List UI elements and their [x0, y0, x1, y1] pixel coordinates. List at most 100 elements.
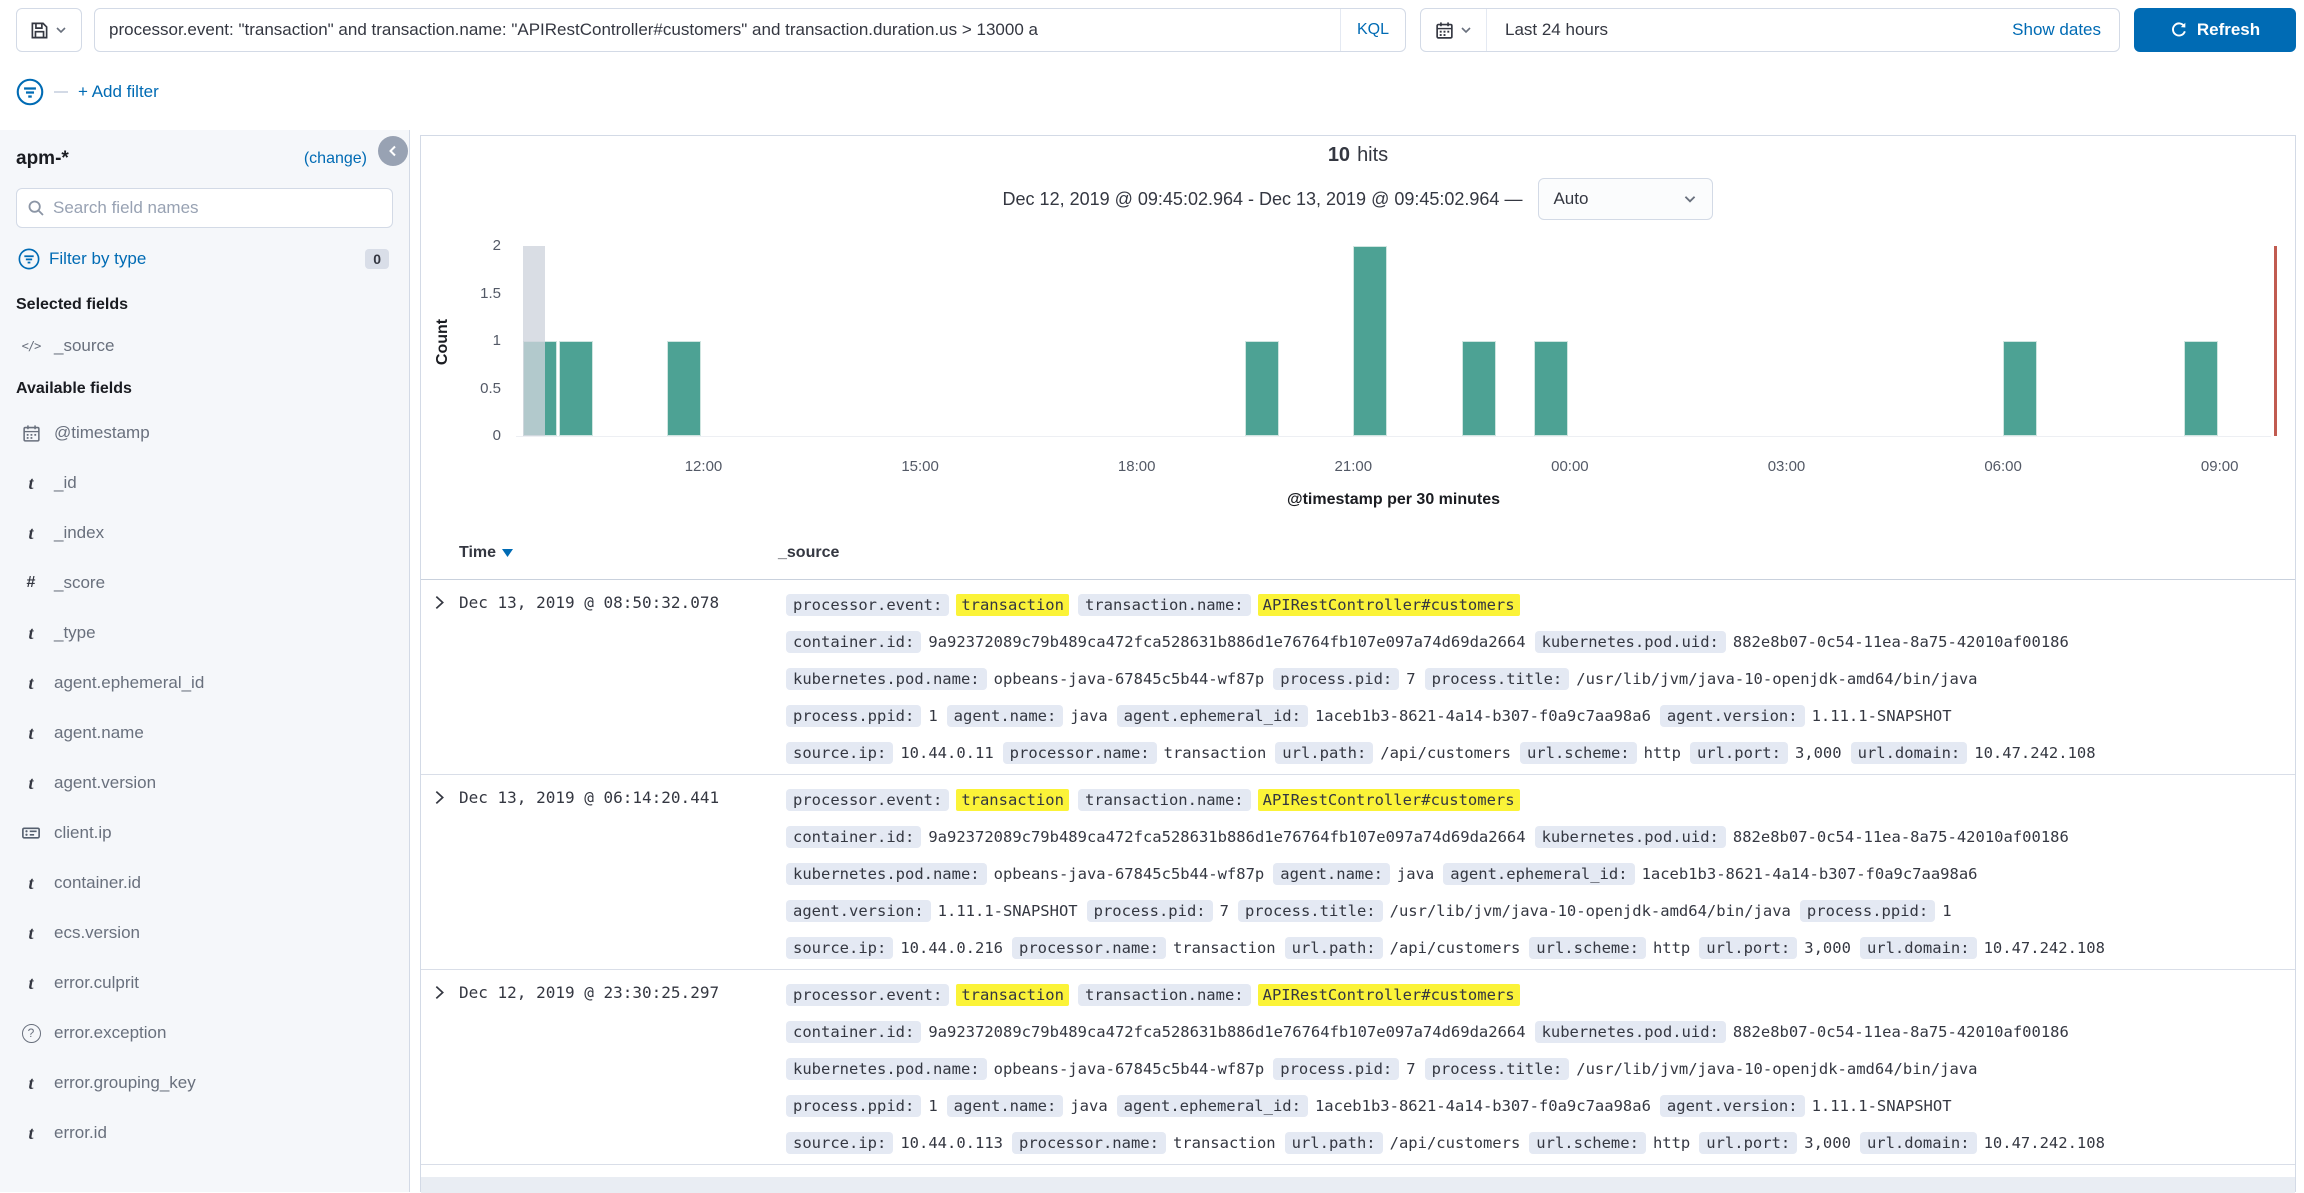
time-range-value[interactable]: Last 24 hours [1487, 20, 2012, 40]
change-index-pattern-link[interactable]: (change) [304, 150, 367, 168]
field-value: /api/customers [1380, 744, 1511, 762]
field-key: url.port: [1699, 937, 1797, 959]
field-item--source[interactable]: </>_source [16, 324, 393, 368]
field-value-pair: agent.version:1.11.1-SNAPSHOT [1660, 705, 1952, 727]
histogram-bar[interactable] [1353, 246, 1387, 436]
expand-row-button[interactable] [431, 789, 448, 806]
field-value-pair: agent.name:java [947, 705, 1108, 727]
field-key: kubernetes.pod.uid: [1535, 826, 1726, 848]
field-value: 10.47.242.108 [1974, 744, 2095, 762]
field-label: error.culprit [54, 973, 139, 993]
interval-select[interactable]: Auto [1538, 178, 1713, 220]
y-tick-label: 0.5 [441, 380, 501, 397]
selected-fields-heading: Selected fields [16, 296, 393, 314]
field-label: error.grouping_key [54, 1073, 196, 1093]
filter-by-type-button[interactable]: Filter by type [49, 249, 356, 269]
x-tick-label: 06:00 [1958, 458, 2048, 475]
time-column-header[interactable]: Time [459, 544, 513, 562]
search-field-names-input[interactable] [53, 198, 382, 218]
source-line: processor.event: transaction transaction.n… [786, 586, 2283, 623]
query-input[interactable]: processor.event: "transaction" and trans… [95, 20, 1340, 40]
save-icon [30, 21, 49, 40]
query-language-button[interactable]: KQL [1340, 9, 1405, 51]
field-value-pair: source.ip:10.44.0.113 [786, 1132, 1003, 1154]
partial-bucket-bar [523, 246, 545, 436]
histogram-bar[interactable] [1534, 341, 1568, 436]
histogram-bar[interactable] [1462, 341, 1496, 436]
field-value-pair: url.domain:10.47.242.108 [1851, 742, 2096, 764]
field-item--index[interactable]: t_index [16, 508, 393, 558]
hits-label: hits [1357, 144, 1388, 167]
field-item-agent-ephemeral-id[interactable]: tagent.ephemeral_id [16, 658, 393, 708]
field-key: kubernetes.pod.name: [786, 668, 987, 690]
field-key: kubernetes.pod.uid: [1535, 1021, 1726, 1043]
field-value: 7 [1406, 670, 1415, 688]
saved-query-button[interactable] [16, 8, 82, 52]
field-item-agent-name[interactable]: tagent.name [16, 708, 393, 758]
field-key: kubernetes.pod.name: [786, 863, 987, 885]
highlighted-field-value: transaction [956, 594, 1069, 616]
field-item--type[interactable]: t_type [16, 608, 393, 658]
histogram-bar[interactable] [559, 341, 593, 436]
histogram-bar[interactable] [667, 341, 701, 436]
field-key: processor.event: [786, 594, 949, 616]
field-key: transaction.name: [1078, 789, 1251, 811]
y-tick-label: 0 [441, 427, 501, 444]
field-value: java [1070, 1097, 1107, 1115]
histogram-bar[interactable] [2003, 341, 2037, 436]
source-line: kubernetes.pod.name:opbeans-java-67845c5… [786, 660, 2283, 697]
collapse-sidebar-button[interactable] [378, 136, 408, 166]
field-item-error-exception[interactable]: ?error.exception [16, 1008, 393, 1058]
expand-row-button[interactable] [431, 984, 448, 1001]
field-key: agent.name: [947, 1095, 1064, 1117]
field-value: 882e8b07-0c54-11ea-8a75-42010af00186 [1733, 828, 2069, 846]
field-value: /api/customers [1390, 1134, 1521, 1152]
refresh-button[interactable]: Refresh [2134, 8, 2296, 52]
field-key: url.domain: [1860, 1132, 1977, 1154]
text-field-icon: t [20, 623, 42, 644]
x-axis-line [516, 436, 2271, 437]
field-value-pair: url.path:/api/customers [1285, 937, 1521, 959]
source-line: container.id:9a92372089c79b489ca472fca52… [786, 818, 2283, 855]
field-value-pair: process.title:/usr/lib/jvm/java-10-openj… [1425, 1058, 1978, 1080]
field-item-agent-version[interactable]: tagent.version [16, 758, 393, 808]
field-item-error-culprit[interactable]: terror.culprit [16, 958, 393, 1008]
filter-icon[interactable] [16, 78, 44, 106]
available-fields-list: @timestampt_idt_index#_scoret_typetagent… [16, 408, 393, 1158]
show-dates-button[interactable]: Show dates [2012, 20, 2119, 40]
number-field-icon: # [20, 574, 42, 592]
chevron-down-icon [1682, 191, 1698, 207]
field-value-pair: processor.event:transaction [786, 984, 1069, 1006]
field-item-error-id[interactable]: terror.id [16, 1108, 393, 1158]
field-value: /usr/lib/jvm/java-10-openjdk-amd64/bin/j… [1576, 670, 1977, 688]
filter-divider [54, 91, 68, 93]
field-item-error-grouping-key[interactable]: t error.grouping_key [16, 1058, 393, 1108]
field-item--score[interactable]: #_score [16, 558, 393, 608]
histogram-bar[interactable] [1245, 341, 1279, 436]
field-value-pair: url.path:/api/customers [1275, 742, 1511, 764]
field-value-pair: transaction.name:APIRestController#custo… [1078, 594, 1520, 616]
field-key: process.ppid: [786, 705, 921, 727]
highlighted-field-value: transaction [956, 984, 1069, 1006]
field-label: error.exception [54, 1023, 166, 1043]
field-key: container.id: [786, 1021, 921, 1043]
field-value-pair: agent.version:1.11.1-SNAPSHOT [786, 900, 1078, 922]
field-item--timestamp[interactable]: @timestamp [16, 408, 393, 458]
add-filter-button[interactable]: + Add filter [78, 82, 159, 102]
field-item-ecs-version[interactable]: tecs.version [16, 908, 393, 958]
field-key: process.title: [1238, 900, 1383, 922]
field-value: http [1653, 1134, 1690, 1152]
field-item--id[interactable]: t_id [16, 458, 393, 508]
field-key: agent.ephemeral_id: [1443, 863, 1634, 885]
histogram-bar[interactable] [2184, 341, 2218, 436]
expand-row-button[interactable] [431, 594, 448, 611]
field-key: process.title: [1425, 1058, 1570, 1080]
x-tick-label: 18:00 [1092, 458, 1182, 475]
field-value: 7 [1406, 1060, 1415, 1078]
field-value-pair: url.path:/api/customers [1285, 1132, 1521, 1154]
text-field-icon: t [20, 1073, 42, 1094]
field-item-container-id[interactable]: tcontainer.id [16, 858, 393, 908]
calendar-button[interactable] [1421, 9, 1487, 51]
field-value-pair: agent.ephemeral_id:1aceb1b3-8621-4a14-b3… [1117, 1095, 1651, 1117]
field-item-client-ip[interactable]: client.ip [16, 808, 393, 858]
